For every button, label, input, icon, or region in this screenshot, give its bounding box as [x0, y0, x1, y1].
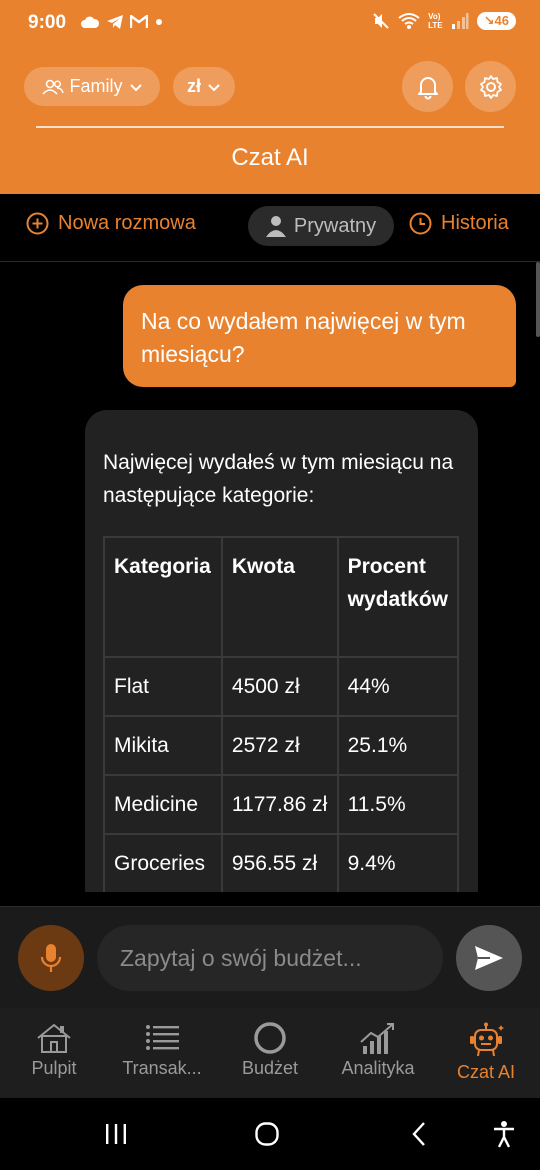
table-row: Mikita 2572 zł 25.1%	[103, 715, 460, 776]
history-button[interactable]: Historia	[409, 212, 509, 235]
table-cell: 44%	[336, 656, 460, 717]
table-cell: 956.55 zł	[220, 833, 339, 892]
signal-icon	[451, 13, 469, 29]
bell-icon	[417, 76, 438, 99]
wifi-icon	[398, 13, 420, 29]
status-bar: 9:00 Vo) LTE ↘46	[0, 0, 540, 48]
mute-icon	[373, 13, 389, 29]
list-icon	[146, 1025, 179, 1050]
settings-button[interactable]	[465, 61, 516, 112]
scrollbar[interactable]	[536, 262, 540, 337]
table-cell: Medicine	[103, 774, 223, 835]
nav-label: Analityka	[341, 1058, 415, 1078]
currency-label: zł	[186, 76, 201, 96]
app-header: 9:00 Vo) LTE ↘46 Family zł Czat AI	[0, 0, 540, 194]
chevron-down-icon	[208, 83, 220, 91]
chart-icon	[360, 1023, 394, 1054]
nav-label: Czat AI	[456, 1062, 516, 1082]
nav-item-ai-chat[interactable]: Czat AI	[432, 1022, 540, 1083]
private-mode-toggle[interactable]: Prywatny	[248, 206, 394, 246]
gmail-icon	[130, 15, 148, 28]
table-cell: 4500 zł	[220, 656, 339, 717]
volte-label: Vo)	[428, 12, 441, 21]
people-icon	[41, 79, 64, 95]
clock-icon	[409, 212, 432, 235]
robot-icon	[470, 1022, 504, 1057]
system-navigation-bar	[0, 1098, 540, 1170]
nav-item-analytics[interactable]: Analityka	[324, 1022, 432, 1079]
back-chevron-icon	[412, 1122, 425, 1146]
table-row: Groceries 956.55 zł 9.4%	[103, 833, 460, 892]
chevron-down-icon	[129, 83, 142, 91]
family-selector[interactable]: Family	[24, 67, 160, 106]
home-button[interactable]	[247, 1118, 287, 1150]
chat-input-bar	[0, 906, 540, 1008]
page-title: Czat AI	[231, 144, 309, 171]
chat-input[interactable]	[120, 944, 420, 972]
table-cell: 1177.86 zł	[220, 774, 339, 835]
chat-messages[interactable]: Na co wydałem najwięcej w tym miesiącu? …	[0, 262, 540, 892]
back-button[interactable]	[399, 1118, 439, 1150]
send-button[interactable]	[456, 925, 522, 991]
status-system-icons: Vo) LTE ↘46	[372, 12, 516, 30]
send-icon	[475, 946, 503, 970]
ring-icon	[254, 1022, 286, 1054]
battery-indicator: ↘46	[476, 12, 516, 30]
recent-apps-icon	[106, 1124, 126, 1144]
nav-item-dashboard[interactable]: Pulpit	[0, 1022, 108, 1079]
accessibility-button[interactable]	[484, 1118, 524, 1150]
history-label: Historia	[441, 212, 509, 234]
user-message: Na co wydałem najwięcej w tym miesiącu?	[123, 285, 516, 387]
notifications-button[interactable]	[402, 61, 453, 112]
voice-input-button[interactable]	[18, 925, 84, 991]
status-time: 9:00	[28, 12, 67, 33]
table-row: Medicine 1177.86 zł 11.5%	[103, 774, 460, 835]
microphone-icon	[40, 944, 62, 972]
family-label: Family	[69, 76, 123, 96]
table-header-cell: Procent wydatków	[336, 536, 460, 658]
private-mode-label: Prywatny	[293, 214, 377, 237]
new-chat-button[interactable]: Nowa rozmowa	[26, 212, 196, 235]
dot-icon	[156, 19, 162, 25]
table-header-cell: Kwota	[220, 536, 339, 658]
nav-label: Transak...	[122, 1058, 202, 1078]
network-badge: Vo) LTE	[428, 12, 443, 30]
person-icon	[265, 216, 286, 237]
accessibility-icon	[494, 1121, 514, 1148]
ai-message: Najwięcej wydałeś w tym miesiącu na nast…	[85, 410, 478, 892]
currency-selector[interactable]: zł	[173, 67, 235, 106]
table-row: Flat 4500 zł 44%	[103, 656, 460, 717]
house-icon	[37, 1023, 71, 1053]
ai-message-text: Najwięcej wydałeś w tym miesiącu na nast…	[103, 451, 454, 507]
table-cell: Flat	[103, 656, 223, 717]
table-cell: Groceries	[103, 833, 223, 892]
nav-label: Pulpit	[31, 1058, 77, 1078]
cloud-icon	[81, 16, 100, 28]
nav-label: Budżet	[241, 1058, 299, 1078]
chat-input-wrapper	[97, 925, 443, 991]
table-header-cell: Kategoria	[103, 536, 223, 658]
nav-item-transactions[interactable]: Transak...	[108, 1022, 216, 1079]
recent-apps-button[interactable]	[96, 1118, 136, 1150]
lte-label: LTE	[428, 21, 443, 30]
chat-toolbar: Nowa rozmowa Prywatny Historia	[0, 194, 540, 262]
bottom-navigation: Pulpit Transak... Budżet Analityka Czat …	[0, 1008, 540, 1098]
nav-item-budget[interactable]: Budżet	[216, 1022, 324, 1079]
table-cell: 25.1%	[336, 715, 460, 776]
table-cell: 2572 zł	[220, 715, 339, 776]
gear-icon	[479, 74, 502, 99]
table-cell: Mikita	[103, 715, 223, 776]
table-cell: 9.4%	[336, 833, 460, 892]
table-cell: 11.5%	[336, 774, 460, 835]
battery-level: 46	[494, 13, 509, 28]
table-header-row: Kategoria Kwota Procent wydatków	[103, 536, 460, 658]
telegram-icon	[107, 15, 123, 29]
new-chat-label: Nowa rozmowa	[58, 212, 196, 234]
spending-table: Kategoria Kwota Procent wydatków Flat 45…	[103, 536, 460, 892]
header-divider	[36, 126, 504, 128]
home-circle-icon	[255, 1122, 279, 1146]
status-notification-icons	[80, 14, 164, 30]
plus-circle-icon	[26, 212, 49, 235]
